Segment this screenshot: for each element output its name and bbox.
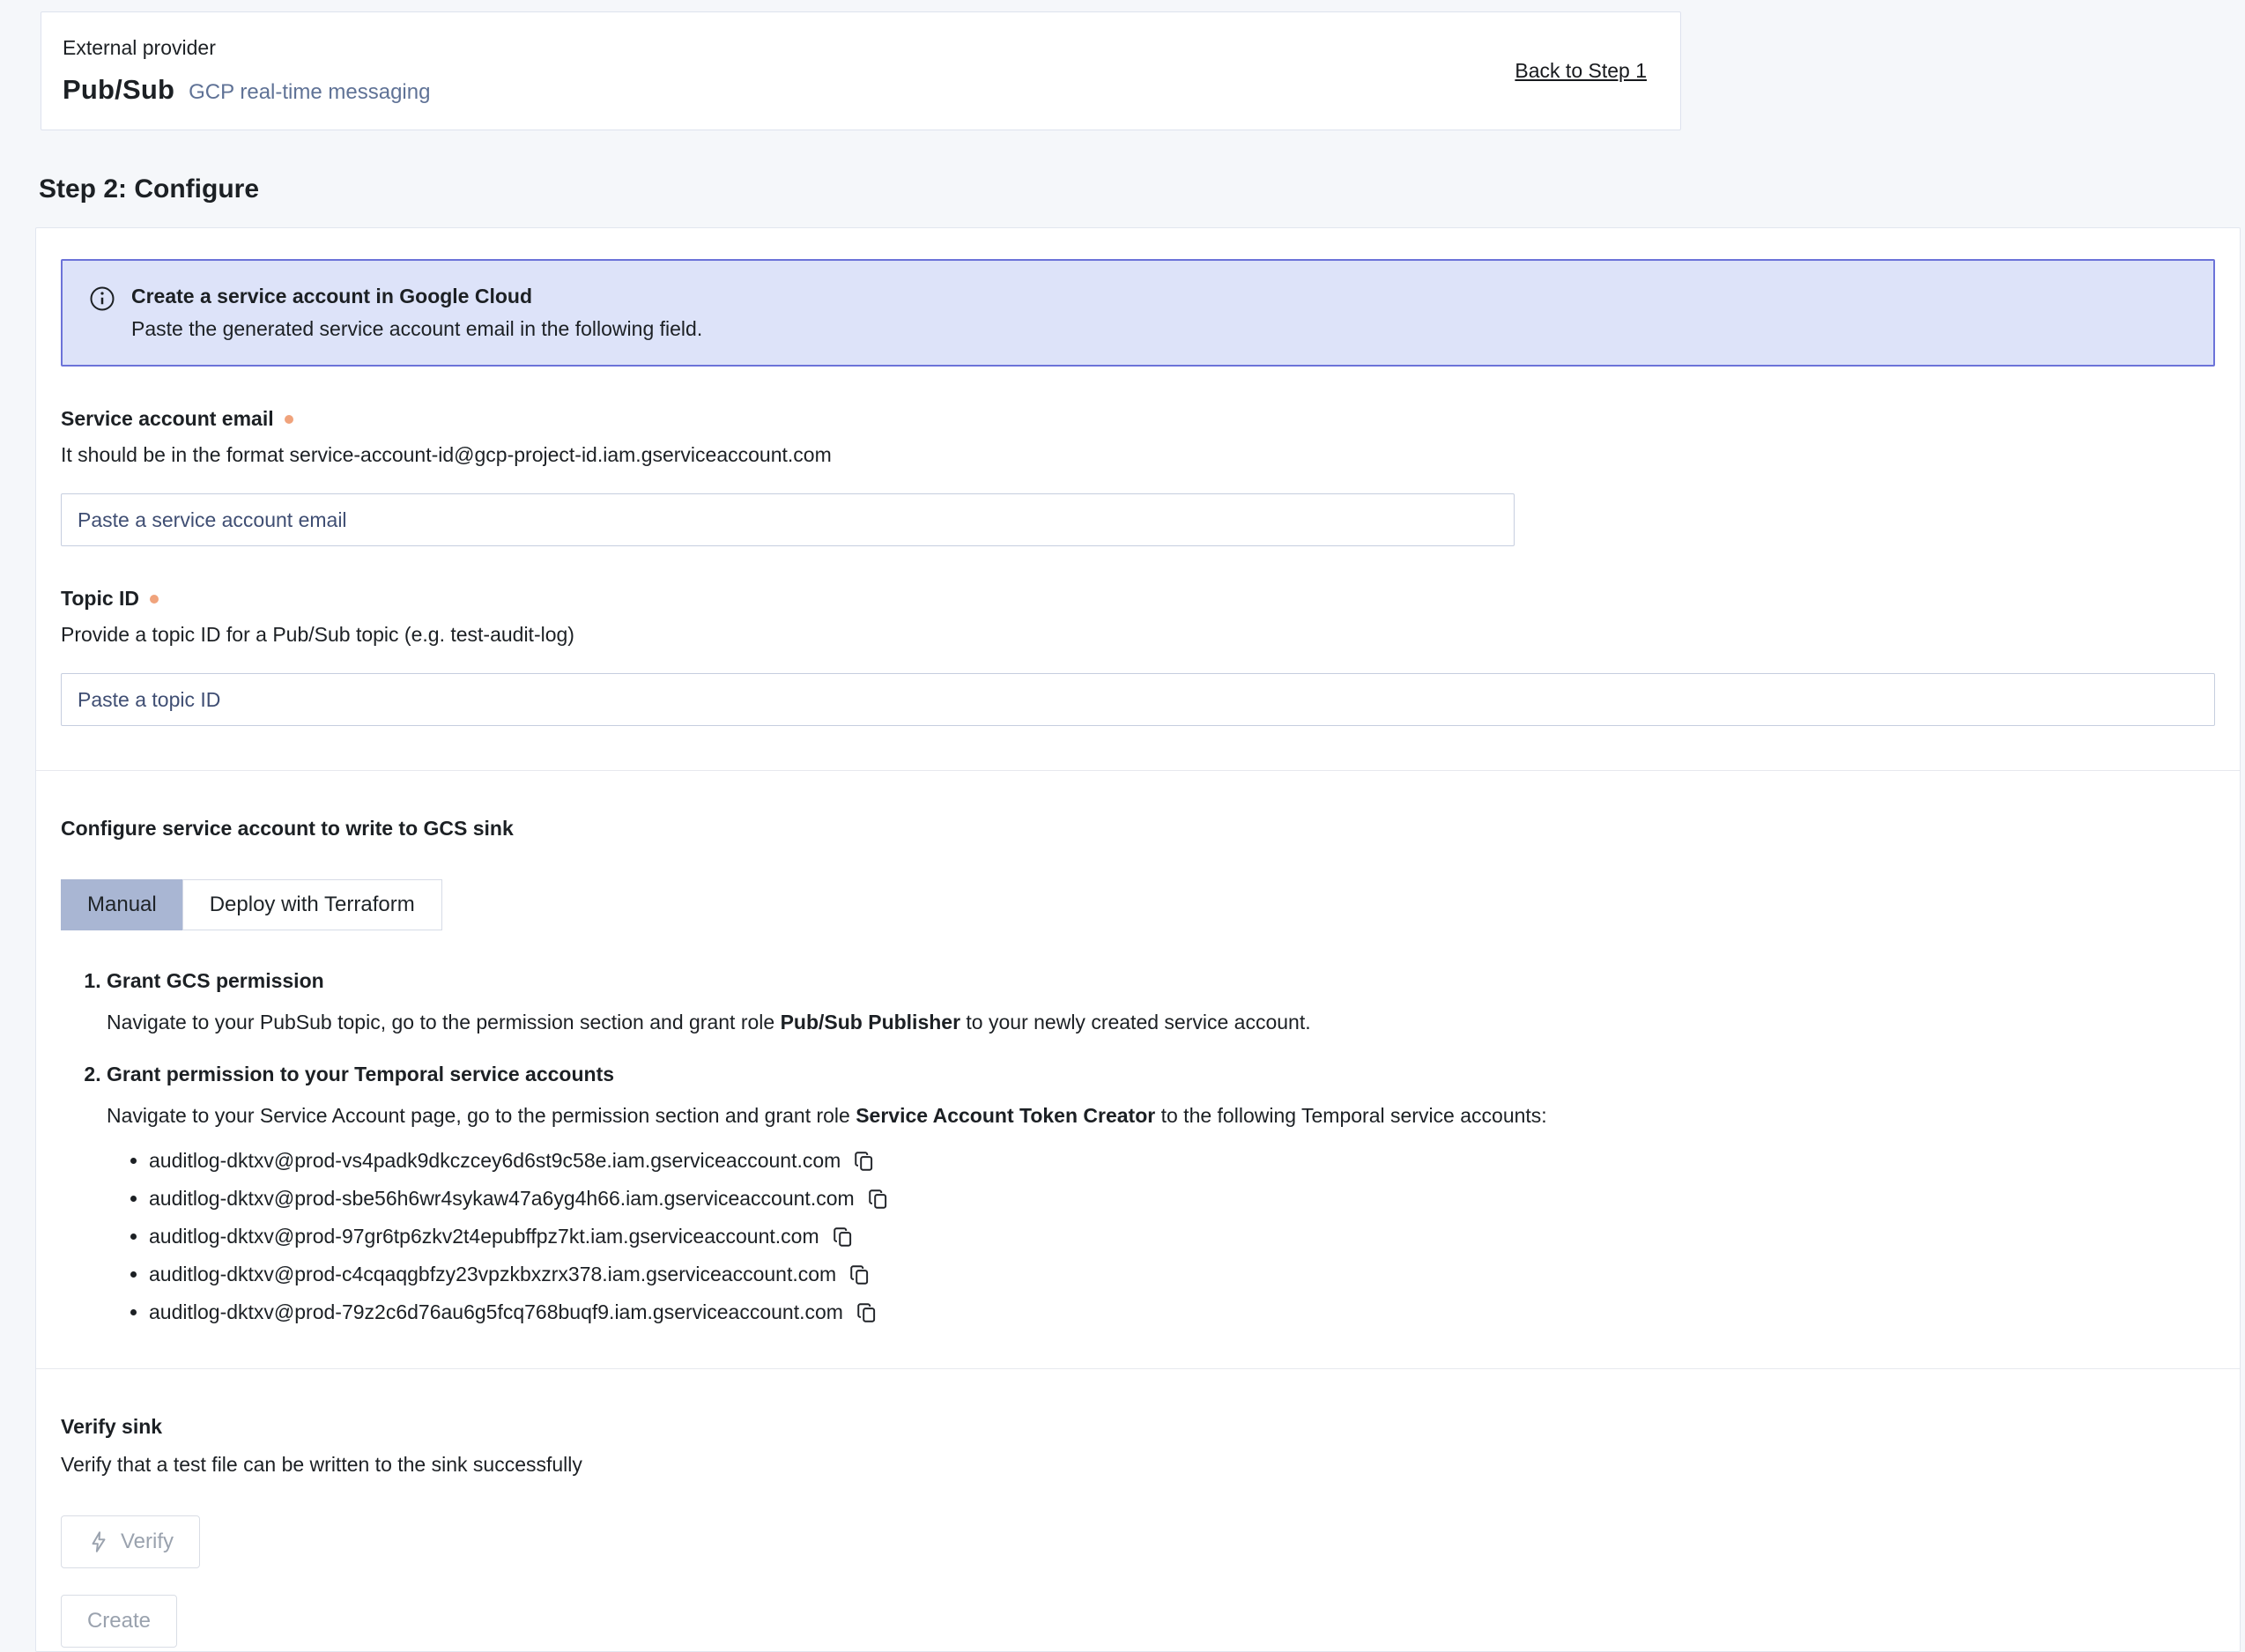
configure-tabs: ManualDeploy with Terraform <box>61 879 442 930</box>
service-account-email: auditlog-dktxv@prod-79z2c6d76au6g5fcq768… <box>149 1300 843 1323</box>
instruction-step-2: Grant permission to your Temporal servic… <box>107 1063 2215 1324</box>
service-account-email: auditlog-dktxv@prod-c4cqaqgbfzy23vpzkbxz… <box>149 1263 836 1285</box>
step-2-role-name: Service Account Token Creator <box>856 1104 1155 1127</box>
back-to-step-1-link[interactable]: Back to Step 1 <box>1515 59 1647 83</box>
required-dot <box>285 415 293 424</box>
step-1-title: Grant GCS permission <box>107 969 2215 993</box>
provider-tagline: GCP real-time messaging <box>189 80 430 105</box>
service-account-email: auditlog-dktxv@prod-sbe56h6wr4sykaw47a6y… <box>149 1187 855 1210</box>
service-account-list: auditlog-dktxv@prod-vs4padk9dkczcey6d6st… <box>107 1149 2215 1324</box>
service-account-item: auditlog-dktxv@prod-79z2c6d76au6g5fcq768… <box>149 1300 2215 1324</box>
info-banner: Create a service account in Google Cloud… <box>61 259 2215 367</box>
verify-button-label: Verify <box>121 1530 174 1554</box>
provider-info: External provider Pub/Sub GCP real-time … <box>63 36 430 106</box>
info-icon <box>89 285 115 312</box>
instruction-step-1: Grant GCS permission Navigate to your Pu… <box>107 969 2215 1036</box>
divider <box>36 770 2240 771</box>
service-account-item: auditlog-dktxv@prod-vs4padk9dkczcey6d6st… <box>149 1149 2215 1173</box>
step-2-body: Navigate to your Service Account page, g… <box>107 1102 2215 1130</box>
verify-sink-helper: Verify that a test file can be written t… <box>61 1453 2215 1477</box>
info-banner-title: Create a service account in Google Cloud <box>131 285 702 308</box>
service-account-item: auditlog-dktxv@prod-sbe56h6wr4sykaw47a6y… <box>149 1187 2215 1211</box>
topic-id-input[interactable] <box>61 673 2215 726</box>
step-1-body-suffix: to your newly created service account. <box>960 1011 1311 1033</box>
provider-header-card: External provider Pub/Sub GCP real-time … <box>41 11 1681 130</box>
tab-deploy-with-terraform[interactable]: Deploy with Terraform <box>182 879 442 930</box>
step-1-body: Navigate to your PubSub topic, go to the… <box>107 1009 2215 1036</box>
page-title: Step 2: Configure <box>39 174 2245 204</box>
topic-id-label: Topic ID <box>61 587 2215 611</box>
service-account-item: auditlog-dktxv@prod-97gr6tp6zkv2t4epubff… <box>149 1225 2215 1248</box>
configure-section-title: Configure service account to write to GC… <box>61 817 2215 841</box>
service-account-email: auditlog-dktxv@prod-97gr6tp6zkv2t4epubff… <box>149 1225 819 1248</box>
tab-manual[interactable]: Manual <box>61 879 183 930</box>
step-2-body-prefix: Navigate to your Service Account page, g… <box>107 1104 856 1127</box>
provider-name: Pub/Sub <box>63 74 174 106</box>
info-banner-body: Paste the generated service account emai… <box>131 317 702 341</box>
step-2-title: Grant permission to your Temporal servic… <box>107 1063 2215 1086</box>
service-account-email: auditlog-dktxv@prod-vs4padk9dkczcey6d6st… <box>149 1149 841 1172</box>
copy-icon[interactable] <box>848 1263 871 1286</box>
required-dot <box>150 595 159 604</box>
step-2-body-suffix: to the following Temporal service accoun… <box>1155 1104 1546 1127</box>
copy-icon[interactable] <box>856 1301 878 1324</box>
topic-id-helper: Provide a topic ID for a Pub/Sub topic (… <box>61 623 2215 647</box>
copy-icon[interactable] <box>853 1150 876 1173</box>
create-button-label: Create <box>87 1609 151 1633</box>
service-account-email-label: Service account email <box>61 407 2215 431</box>
create-button[interactable]: Create <box>61 1595 177 1648</box>
service-account-email-label-text: Service account email <box>61 407 274 431</box>
service-account-email-helper: It should be in the format service-accou… <box>61 443 2215 467</box>
verify-button[interactable]: Verify <box>61 1515 200 1568</box>
service-account-email-input[interactable] <box>61 493 1515 546</box>
configure-card: Create a service account in Google Cloud… <box>35 227 2241 1652</box>
instruction-steps: Grant GCS permission Navigate to your Pu… <box>61 969 2215 1324</box>
copy-icon[interactable] <box>832 1226 855 1248</box>
lightning-icon <box>87 1530 110 1553</box>
service-account-item: auditlog-dktxv@prod-c4cqaqgbfzy23vpzkbxz… <box>149 1263 2215 1286</box>
step-1-body-prefix: Navigate to your PubSub topic, go to the… <box>107 1011 781 1033</box>
copy-icon[interactable] <box>867 1188 890 1211</box>
divider <box>36 1368 2240 1369</box>
external-provider-label: External provider <box>63 36 430 60</box>
verify-sink-title: Verify sink <box>61 1415 2215 1439</box>
topic-id-label-text: Topic ID <box>61 587 139 611</box>
step-1-role-name: Pub/Sub Publisher <box>781 1011 960 1033</box>
